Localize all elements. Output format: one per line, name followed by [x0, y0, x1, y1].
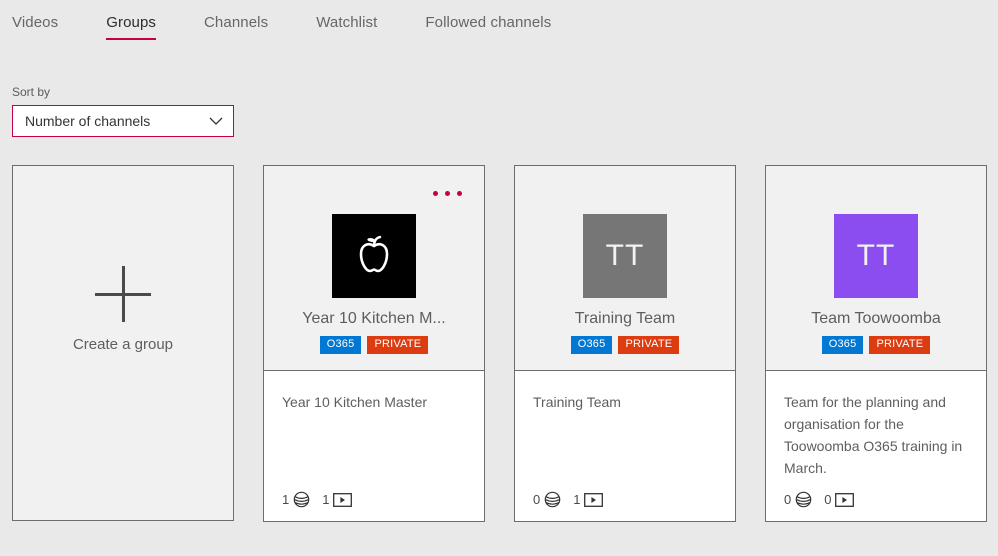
globe-icon [293, 491, 310, 508]
main-tab-bar: Videos Groups Channels Watchlist Followe… [0, 0, 998, 40]
video-count-value: 1 [322, 492, 330, 507]
group-stats: 0 1 [533, 491, 604, 508]
plus-icon [95, 266, 151, 322]
group-card-header: TT Team Toowoomba O365 PRIVATE [766, 166, 986, 371]
group-name: Training Team [574, 310, 676, 327]
sort-by-dropdown[interactable]: Number of channels [12, 105, 234, 137]
group-card-header: TT Training Team O365 PRIVATE [515, 166, 735, 371]
group-card[interactable]: TT Team Toowoomba O365 PRIVATE Team for … [765, 165, 987, 522]
create-a-group-label: Create a group [72, 336, 174, 353]
badge-private: PRIVATE [367, 336, 429, 354]
group-name: Year 10 Kitchen M... [302, 310, 446, 327]
tab-groups[interactable]: Groups [106, 14, 156, 40]
group-card-body: Year 10 Kitchen Master 1 1 [264, 371, 484, 521]
tab-followed-channels[interactable]: Followed channels [425, 14, 551, 40]
sort-by-value: Number of channels [25, 113, 151, 129]
channel-count: 1 [282, 491, 310, 508]
group-card-body: Team for the planning and organisation f… [766, 371, 986, 521]
tab-videos[interactable]: Videos [12, 14, 58, 40]
globe-icon [795, 491, 812, 508]
group-name: Team Toowoomba [811, 310, 941, 327]
video-icon [584, 492, 604, 507]
badge-o365: O365 [319, 336, 362, 354]
badge-o365: O365 [570, 336, 613, 354]
group-stats: 0 0 [784, 491, 855, 508]
channel-count-value: 0 [784, 492, 792, 507]
group-badges: O365 PRIVATE [319, 336, 429, 354]
groups-card-grid: Create a group Year 10 Kitchen M... O365… [0, 137, 998, 522]
globe-icon [544, 491, 561, 508]
overflow-menu-icon[interactable] [433, 191, 462, 196]
group-stats: 1 1 [282, 491, 353, 508]
group-card-body: Training Team 0 1 [515, 371, 735, 521]
channel-count-value: 1 [282, 492, 290, 507]
badge-private: PRIVATE [618, 336, 680, 354]
chevron-down-icon [209, 117, 223, 125]
tab-watchlist[interactable]: Watchlist [316, 14, 377, 40]
channel-count: 0 [784, 491, 812, 508]
create-a-group-card[interactable]: Create a group [12, 165, 234, 521]
group-description: Year 10 Kitchen Master [282, 394, 428, 410]
avatar-initials: TT [605, 239, 645, 272]
video-count: 1 [573, 492, 604, 507]
badge-private: PRIVATE [869, 336, 931, 354]
group-description: Training Team [533, 394, 621, 410]
avatar-initials: TT [856, 239, 896, 272]
group-card-header: Year 10 Kitchen M... O365 PRIVATE [264, 166, 484, 371]
channel-count-value: 0 [533, 492, 541, 507]
video-icon [835, 492, 855, 507]
group-description: Team for the planning and organisation f… [784, 394, 963, 476]
video-count-value: 0 [824, 492, 832, 507]
video-count: 0 [824, 492, 855, 507]
sort-by-label: Sort by [12, 85, 51, 99]
apple-icon [359, 235, 389, 273]
badge-o365: O365 [821, 336, 864, 354]
group-badges: O365 PRIVATE [570, 336, 680, 354]
video-count: 1 [322, 492, 353, 507]
video-icon [333, 492, 353, 507]
sort-by-section: Sort by Number of channels [0, 36, 998, 137]
tab-channels[interactable]: Channels [204, 14, 268, 40]
avatar: TT [834, 214, 918, 298]
group-badges: O365 PRIVATE [821, 336, 931, 354]
channel-count: 0 [533, 491, 561, 508]
group-card[interactable]: Year 10 Kitchen M... O365 PRIVATE Year 1… [263, 165, 485, 522]
avatar: TT [583, 214, 667, 298]
video-count-value: 1 [573, 492, 581, 507]
group-card[interactable]: TT Training Team O365 PRIVATE Training T… [514, 165, 736, 522]
avatar [332, 214, 416, 298]
